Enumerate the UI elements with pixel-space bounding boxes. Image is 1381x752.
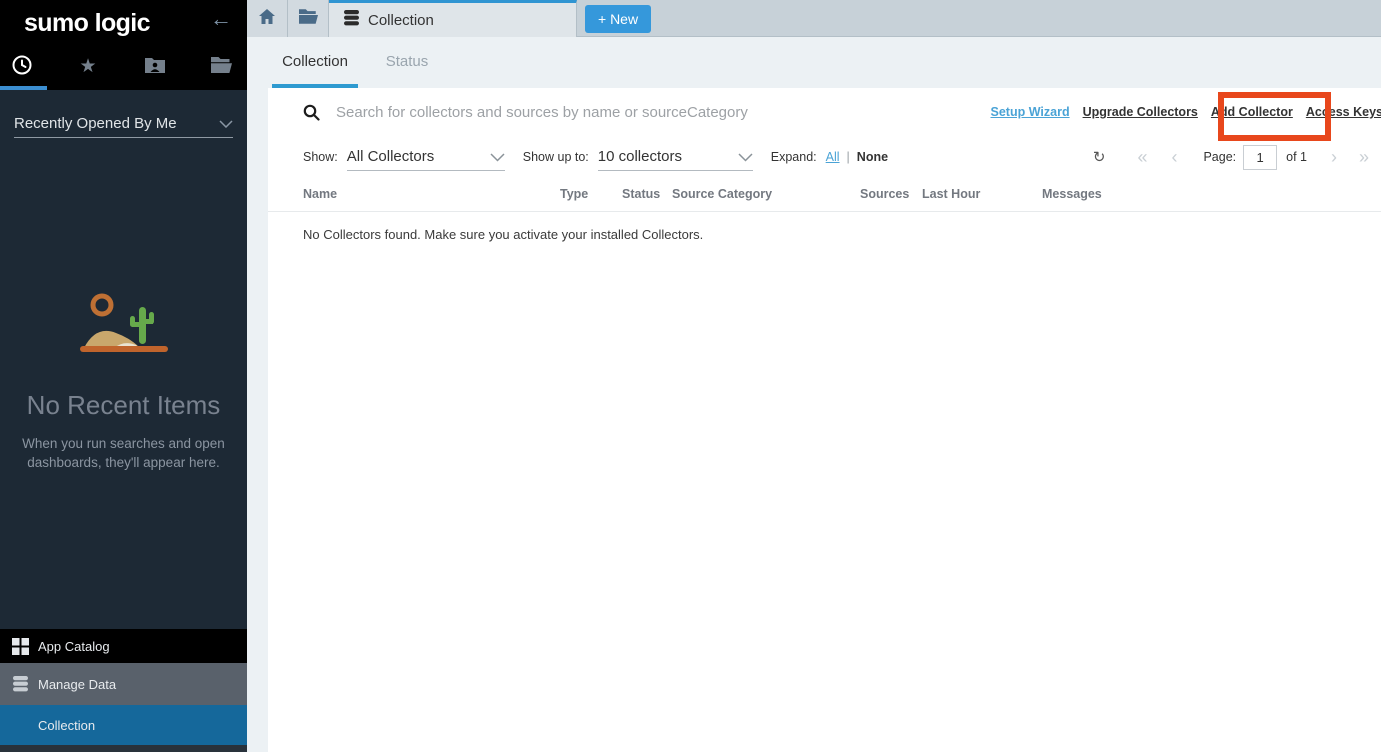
sidebar: sumo logic ← ★ Recently Opened By Me: [0, 0, 247, 752]
add-collector-link[interactable]: Add Collector: [1211, 105, 1293, 119]
open-folder-icon: [211, 57, 232, 78]
expand-label: Expand:: [771, 150, 817, 164]
tab-strip: Collection + New: [247, 0, 1381, 37]
sidebar-item-manage-data[interactable]: Manage Data: [0, 663, 247, 705]
page-number-input[interactable]: [1243, 145, 1277, 170]
column-header-messages: Messages: [1042, 187, 1381, 201]
collapse-sidebar-icon[interactable]: ←: [210, 6, 232, 32]
sidebar-empty-state: No Recent Items When you run searches an…: [0, 291, 247, 472]
column-header-source-category: Source Category: [672, 187, 860, 201]
expand-none-link[interactable]: None: [857, 150, 888, 164]
recents-tab[interactable]: [9, 54, 35, 80]
recently-opened-label: Recently Opened By Me: [14, 115, 219, 132]
show-up-to-label: Show up to:: [523, 150, 589, 164]
collectors-table-header: Name Type Status Source Category Sources…: [268, 174, 1381, 212]
subtab-collection[interactable]: Collection: [272, 37, 358, 88]
column-header-sources: Sources: [860, 187, 922, 201]
nav-label: Collection: [38, 718, 95, 733]
column-header-last-hour: Last Hour: [922, 187, 1042, 201]
chevron-down-icon: [219, 115, 233, 133]
tab-label: Collection: [368, 12, 434, 29]
subtab-strip: Collection Status: [247, 37, 1381, 88]
first-page-icon[interactable]: «: [1137, 149, 1147, 165]
star-icon: ★: [79, 57, 96, 77]
nav-label: App Catalog: [38, 639, 110, 654]
no-recent-items-title: No Recent Items: [0, 390, 247, 421]
shared-folder-icon: [145, 56, 165, 78]
column-header-type: Type: [560, 187, 622, 201]
recently-opened-dropdown[interactable]: Recently Opened By Me: [14, 110, 233, 138]
no-recent-items-description: When you run searches and open dashboard…: [0, 434, 247, 472]
no-collectors-message: No Collectors found. Make sure you activ…: [268, 212, 1381, 242]
next-page-icon[interactable]: ›: [1331, 149, 1337, 165]
column-header-name: Name: [303, 187, 560, 201]
refresh-icon[interactable]: ↻: [1093, 148, 1106, 166]
prev-page-icon[interactable]: ‹: [1171, 149, 1177, 165]
home-icon: [259, 9, 275, 29]
sidebar-nav-divider: [0, 745, 247, 752]
setup-wizard-link[interactable]: Setup Wizard: [991, 105, 1070, 119]
shared-content-tab[interactable]: [142, 54, 168, 80]
home-button[interactable]: [247, 0, 288, 37]
collection-panel: Setup Wizard Upgrade Collectors Add Coll…: [268, 88, 1381, 752]
library-tab[interactable]: [208, 54, 234, 80]
chevron-down-icon: [490, 151, 505, 165]
sidebar-bottom-nav: App Catalog Manage Data Collection: [0, 629, 247, 752]
sidebar-item-collection[interactable]: Collection: [0, 705, 247, 745]
grid-icon: [10, 638, 30, 655]
active-tab-underline: [0, 86, 47, 90]
database-icon: [10, 676, 30, 692]
show-label: Show:: [303, 150, 338, 164]
sumo-logic-logo: sumo logic: [24, 9, 150, 38]
upgrade-collectors-link[interactable]: Upgrade Collectors: [1083, 105, 1198, 119]
open-folder-icon: [299, 9, 318, 29]
chevron-down-icon: [738, 151, 753, 165]
nav-label: Manage Data: [38, 677, 116, 692]
favorites-tab[interactable]: ★: [75, 54, 101, 80]
show-dropdown-value: All Collectors: [347, 148, 490, 165]
search-icon: [303, 104, 320, 121]
expand-divider: |: [847, 150, 850, 164]
desert-illustration: [78, 346, 170, 363]
library-button[interactable]: [288, 0, 329, 37]
pagination: ↻ « ‹ Page: of 1 › »: [1093, 140, 1369, 174]
page-count-label: of 1: [1286, 150, 1307, 164]
expand-all-link[interactable]: All: [826, 150, 840, 164]
column-header-status: Status: [622, 187, 672, 201]
search-input[interactable]: [334, 103, 991, 122]
main-area: Collection + New Collection Status Setup…: [247, 0, 1381, 752]
page-label: Page:: [1203, 150, 1236, 164]
sidebar-item-app-catalog[interactable]: App Catalog: [0, 629, 247, 663]
tab-collection[interactable]: Collection: [329, 0, 577, 37]
show-up-to-dropdown-value: 10 collectors: [598, 148, 738, 165]
clock-icon: [11, 54, 33, 81]
database-icon: [344, 10, 359, 30]
filter-row: Show: All Collectors Show up to: 10 coll…: [268, 140, 1381, 174]
sidebar-header: sumo logic ← ★: [0, 0, 247, 90]
subtab-status[interactable]: Status: [385, 37, 429, 88]
access-keys-link[interactable]: Access Keys: [1306, 105, 1381, 119]
show-dropdown[interactable]: All Collectors: [347, 143, 505, 171]
new-button[interactable]: + New: [585, 5, 651, 33]
header-links: Setup Wizard Upgrade Collectors Add Coll…: [991, 105, 1381, 119]
search-row: Setup Wizard Upgrade Collectors Add Coll…: [268, 88, 1381, 136]
show-up-to-dropdown[interactable]: 10 collectors: [598, 143, 753, 171]
last-page-icon[interactable]: »: [1359, 149, 1369, 165]
